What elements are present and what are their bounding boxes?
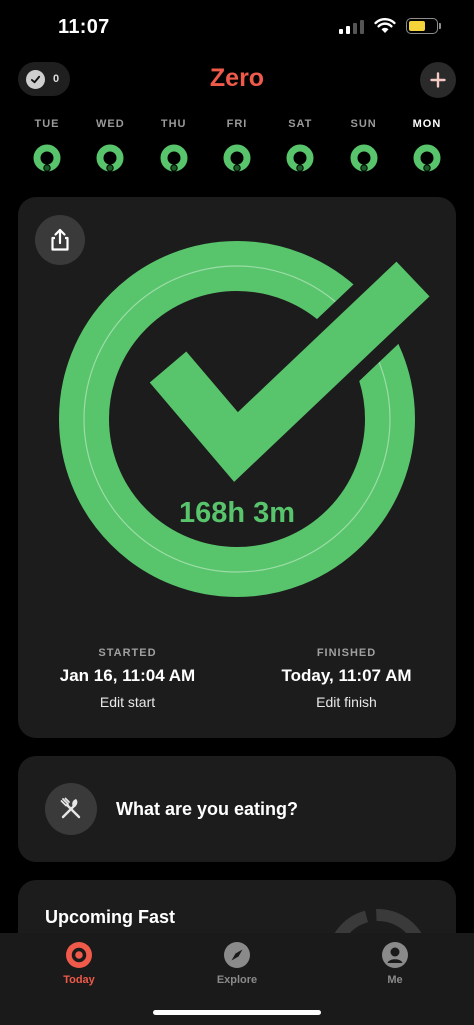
food-log-prompt: What are you eating? — [116, 798, 299, 819]
home-indicator — [153, 1010, 321, 1015]
day-progress-ring-icon — [96, 144, 124, 172]
fork-knife-icon — [60, 797, 81, 819]
day-label: FRI — [226, 118, 248, 130]
compass-icon — [224, 942, 250, 968]
edit-finish-link[interactable]: Edit finish — [237, 694, 456, 710]
finished-label: FINISHED — [316, 647, 377, 659]
wifi-icon — [374, 18, 396, 33]
day-fri[interactable]: FRI — [220, 118, 254, 172]
day-wed[interactable]: WED — [93, 118, 127, 172]
day-progress-ring-icon — [350, 144, 378, 172]
tab-explore-label: Explore — [216, 974, 258, 986]
day-mon[interactable]: MON — [410, 118, 444, 172]
day-tue[interactable]: TUE — [30, 118, 64, 172]
finished-section: FINISHED Today, 11:07 AM Edit finish — [237, 647, 456, 710]
day-label: WED — [95, 118, 125, 130]
app-title: Zero — [209, 64, 265, 92]
food-log-card[interactable]: What are you eating? — [18, 756, 456, 862]
tab-today-label: Today — [63, 974, 95, 986]
fast-times: STARTED Jan 16, 11:04 AM Edit start FINI… — [18, 647, 456, 710]
day-label: SUN — [350, 118, 377, 130]
fast-duration: 168h 3m — [178, 497, 296, 529]
cellular-signal-icon — [339, 18, 364, 34]
started-label: STARTED — [98, 647, 157, 659]
header: 0 Zero — [0, 60, 474, 100]
day-label: THU — [160, 118, 187, 130]
day-label: MON — [412, 118, 442, 130]
day-sun[interactable]: SUN — [347, 118, 381, 172]
plus-icon — [430, 72, 446, 88]
day-progress-ring-icon — [413, 144, 441, 172]
day-progress-ring-icon — [33, 144, 61, 172]
tab-today[interactable]: Today — [29, 941, 129, 986]
timer-card: 168h 3m STARTED Jan 16, 11:04 AM Edit st… — [18, 197, 456, 738]
battery-icon — [406, 18, 441, 34]
week-strip: TUE WED THU FRI SAT SUN MON — [18, 118, 456, 172]
day-label: SAT — [288, 118, 313, 130]
tab-explore[interactable]: Explore — [187, 941, 287, 986]
share-button[interactable] — [35, 215, 85, 265]
day-sat[interactable]: SAT — [283, 118, 317, 172]
status-time: 11:07 — [58, 16, 110, 38]
today-ring-icon — [66, 942, 92, 968]
started-value: Jan 16, 11:04 AM — [59, 666, 196, 685]
tab-me[interactable]: Me — [345, 941, 445, 986]
day-progress-ring-icon — [223, 144, 251, 172]
add-button[interactable] — [420, 62, 456, 98]
day-progress-ring-icon — [286, 144, 314, 172]
day-thu[interactable]: THU — [157, 118, 191, 172]
status-bar: 11:07 — [0, 0, 474, 56]
status-icons — [339, 18, 441, 34]
progress-ring — [59, 241, 439, 597]
started-section: STARTED Jan 16, 11:04 AM Edit start — [18, 647, 237, 710]
share-icon — [51, 228, 69, 251]
edit-start-link[interactable]: Edit start — [18, 694, 237, 710]
day-progress-ring-icon — [160, 144, 188, 172]
upcoming-fast-title: Upcoming Fast — [45, 907, 176, 927]
profile-icon — [382, 942, 408, 968]
fork-knife-button[interactable] — [45, 783, 97, 835]
finished-value: Today, 11:07 AM — [281, 666, 412, 685]
day-label: TUE — [34, 118, 60, 130]
tab-me-label: Me — [387, 974, 403, 986]
